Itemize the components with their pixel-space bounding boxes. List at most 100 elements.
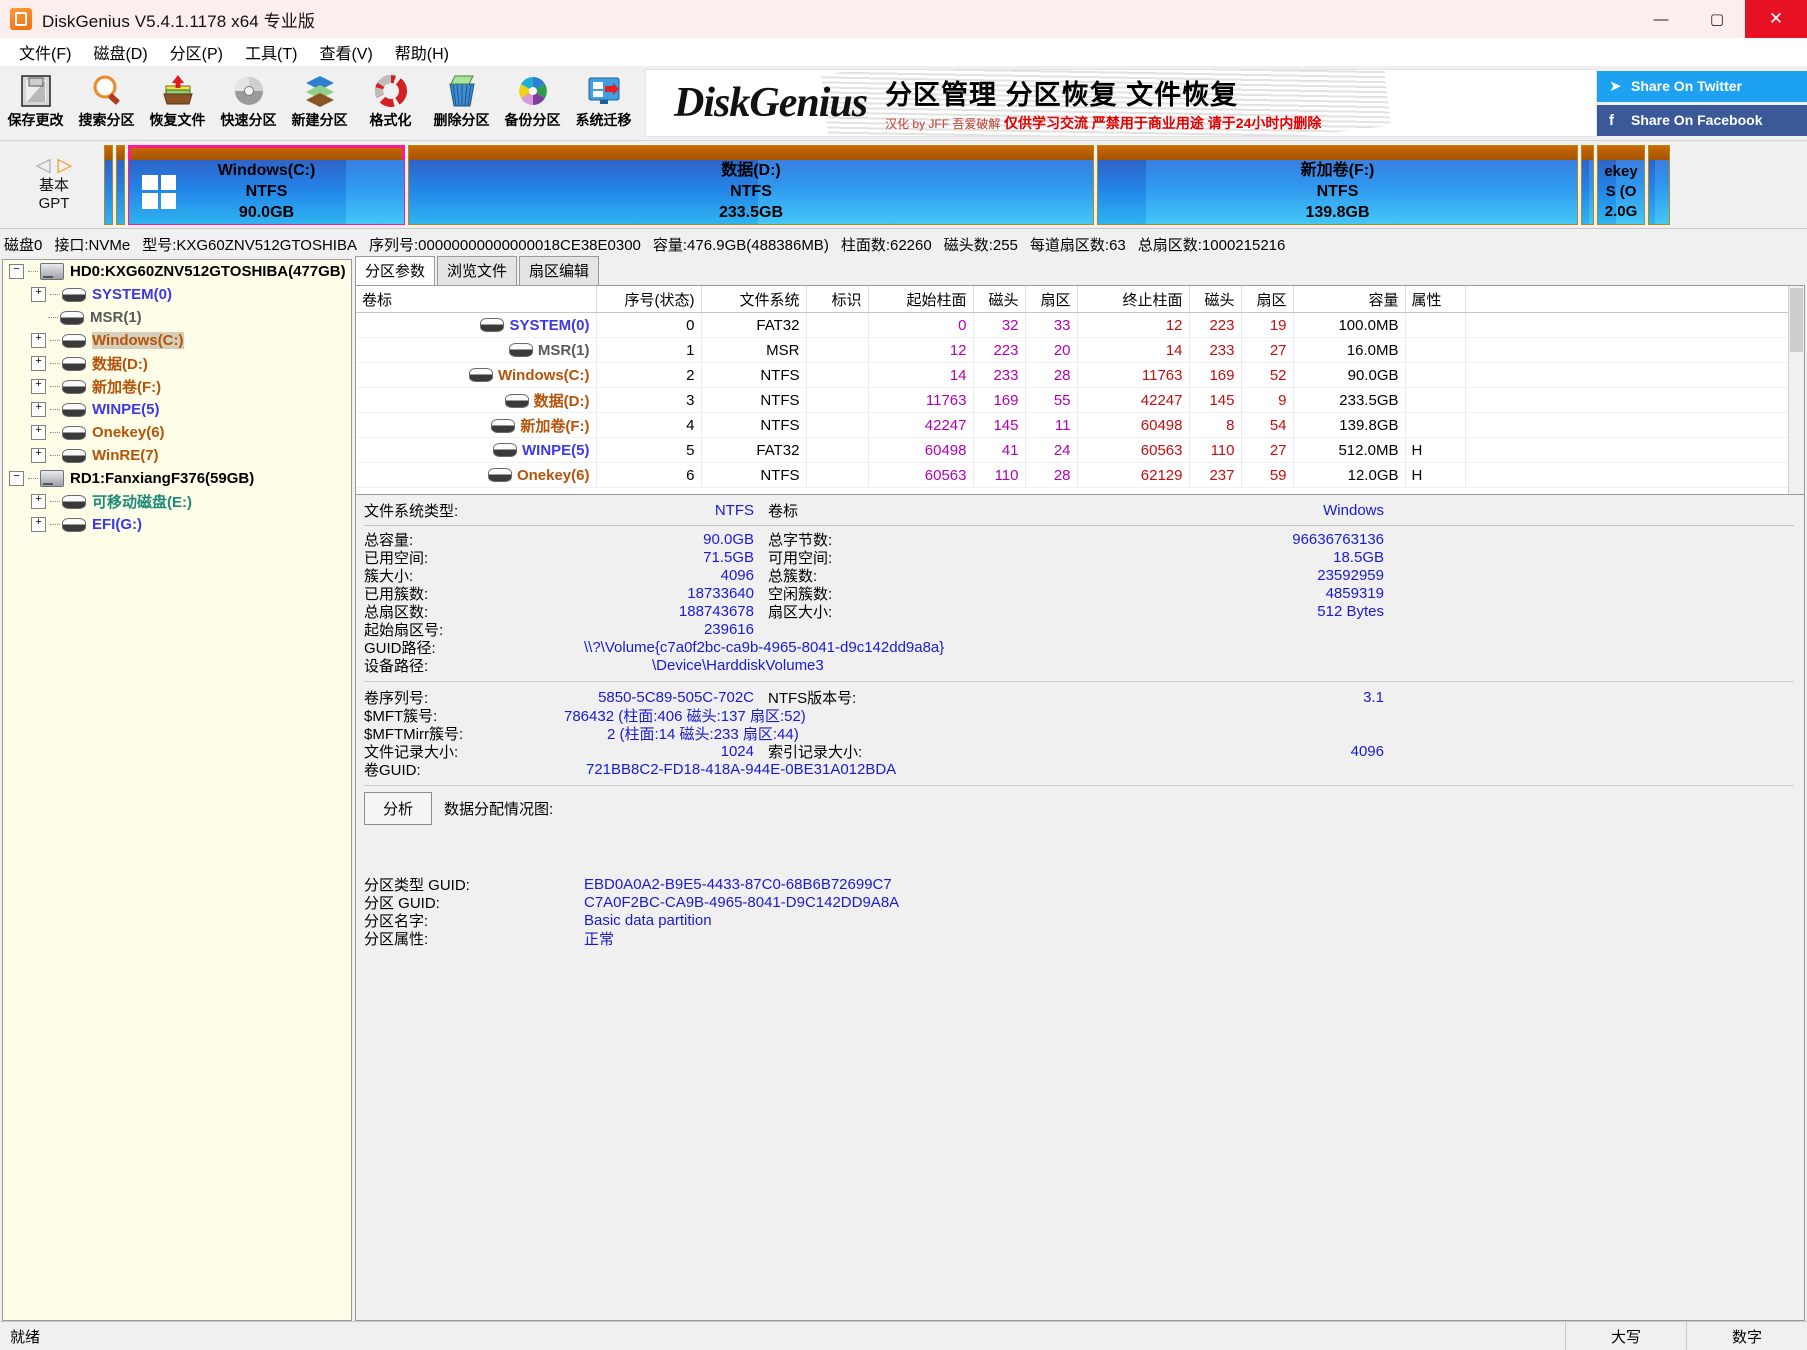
tab-partition-params[interactable]: 分区参数 — [355, 256, 436, 285]
tree-item-winre-7[interactable]: + WinRE(7) — [3, 444, 351, 467]
col-filesystem[interactable]: 文件系统 — [701, 286, 807, 313]
expander-icon[interactable]: + — [31, 379, 46, 394]
scrollbar-thumb[interactable] — [1790, 288, 1803, 352]
table-row[interactable]: 新加卷(F:) 4 NTFS 42247 145 11 60498 8 54 1… — [356, 412, 1804, 438]
toolbar-save-changes[interactable]: 保存更改 — [0, 66, 71, 140]
table-row[interactable]: SYSTEM(0) 0 FAT32 0 32 33 12 223 19 100.… — [356, 312, 1804, 338]
cell-volume-label: Windows(C:) — [497, 366, 590, 384]
menu-view[interactable]: 查看(V) — [308, 37, 383, 67]
prev-disk-arrow-icon[interactable]: ◁ — [36, 156, 51, 175]
share-on-facebook-button[interactable]: f Share On Facebook — [1597, 104, 1807, 136]
toolbar-search-partition[interactable]: 搜索分区 — [71, 66, 142, 140]
tree-item-onekey-6[interactable]: + Onekey(6) — [3, 421, 351, 444]
fsinfo-row-part-type-guid: 分区类型 GUID: EBD0A0A2-B9E5-4433-87C0-68B6B… — [364, 875, 1794, 894]
cell-attribute — [1405, 337, 1466, 363]
partition-block-msr[interactable] — [116, 144, 125, 225]
tree-item-system-0[interactable]: + SYSTEM(0) — [3, 283, 351, 306]
close-button[interactable]: ✕ — [1745, 0, 1807, 38]
expander-icon[interactable]: − — [9, 264, 24, 279]
tree-item-hd0[interactable]: − HD0:KXG60ZNV512GTOSHIBA(477GB) — [3, 260, 351, 283]
col-attribute[interactable]: 属性 — [1405, 286, 1466, 313]
spec-sectors-per-track: 每道扇区数:63 — [1029, 236, 1126, 254]
col-flag[interactable]: 标识 — [806, 286, 869, 313]
menu-file[interactable]: 文件(F) — [8, 37, 82, 67]
expander-icon[interactable]: + — [31, 402, 46, 417]
expander-icon[interactable]: + — [31, 356, 46, 371]
promo-banner: DiskGenius 分区管理 分区恢复 文件恢复 汉化 by JFF 吾爱破解… — [645, 69, 1597, 137]
col-start-cylinder[interactable]: 起始柱面 — [868, 286, 974, 313]
col-index-state[interactable]: 序号(状态) — [596, 286, 702, 313]
table-row[interactable]: Onekey(6) 6 NTFS 60563 110 28 62129 237 … — [356, 462, 1804, 488]
col-volume-label[interactable]: 卷标 — [356, 286, 597, 313]
fsinfo-row-device-path: 设备路径: \Device\HarddiskVolume3 — [364, 656, 1794, 675]
partition-block-winre[interactable] — [1648, 144, 1670, 225]
menu-disk[interactable]: 磁盘(D) — [82, 37, 158, 67]
tree-item-removable-e[interactable]: + 可移动磁盘(E:) — [3, 490, 351, 513]
cell-index: 5 — [596, 437, 702, 463]
table-row[interactable]: WINPE(5) 5 FAT32 60498 41 24 60563 110 2… — [356, 437, 1804, 463]
table-row[interactable]: MSR(1) 1 MSR 12 223 20 14 233 27 16.0MB — [356, 337, 1804, 363]
disk-tree-panel[interactable]: − HD0:KXG60ZNV512GTOSHIBA(477GB) + SYSTE… — [2, 259, 352, 1321]
partition-block-fs: NTFS — [245, 183, 288, 200]
maximize-button[interactable]: ▢ — [1689, 0, 1745, 38]
tree-item-newvol-f[interactable]: + 新加卷(F:) — [3, 375, 351, 398]
vol-guid-value: 721BB8C2-FD18-418A-944E-0BE31A012BDA — [586, 760, 897, 778]
tree-item-msr-1[interactable]: MSR(1) — [3, 306, 351, 329]
table-vertical-scrollbar[interactable] — [1788, 286, 1804, 494]
expander-icon[interactable]: + — [31, 333, 46, 348]
expander-icon[interactable]: + — [31, 287, 46, 302]
partition-block-windows-c[interactable]: Windows(C:) NTFS 90.0GB — [128, 144, 405, 225]
minimize-button[interactable]: — — [1633, 0, 1689, 38]
partition-block-winpe[interactable] — [1581, 144, 1594, 225]
toolbar-delete-partition[interactable]: 删除分区 — [426, 66, 497, 140]
tab-browse-files[interactable]: 浏览文件 — [437, 256, 518, 285]
toolbar-format[interactable]: 格式化 — [355, 66, 426, 140]
wordmark-rest: iskGenius — [703, 80, 868, 126]
next-disk-arrow-icon[interactable]: ▷ — [58, 156, 73, 175]
alloc-map-label: 数据分配情况图: — [444, 801, 554, 818]
expander-icon[interactable]: − — [9, 471, 24, 486]
toolbar-new-partition[interactable]: 新建分区 — [284, 66, 355, 140]
partition-icon — [493, 442, 517, 457]
partition-block-onekey[interactable]: ekey S (O 2.0G — [1597, 144, 1645, 225]
col-end-sector[interactable]: 扇区 — [1241, 286, 1294, 313]
partition-block-system[interactable] — [104, 144, 113, 225]
col-capacity[interactable]: 容量 — [1293, 286, 1406, 313]
cell-attribute — [1405, 412, 1466, 438]
expander-icon[interactable]: + — [31, 517, 46, 532]
tree-item-efi-g[interactable]: + EFI(G:) — [3, 513, 351, 536]
partition-cap — [117, 145, 124, 160]
table-row[interactable]: 数据(D:) 3 NTFS 11763 169 55 42247 145 9 2… — [356, 387, 1804, 413]
social-buttons: ➤ Share On Twitter f Share On Facebook — [1597, 66, 1807, 140]
cell-end-sector: 52 — [1241, 362, 1294, 388]
toolbar-recover-files[interactable]: 恢复文件 — [142, 66, 213, 140]
cell-capacity: 139.8GB — [1293, 412, 1406, 438]
expander-icon[interactable]: + — [31, 425, 46, 440]
toolbar-backup-partition[interactable]: 备份分区 — [497, 66, 568, 140]
partition-block-newvol-f[interactable]: 新加卷(F:) NTFS 139.8GB — [1097, 144, 1578, 225]
partition-block-data-d[interactable]: 数据(D:) NTFS 233.5GB — [408, 144, 1094, 225]
expander-icon[interactable]: + — [31, 494, 46, 509]
analyze-button[interactable]: 分析 — [364, 792, 433, 825]
menu-partition[interactable]: 分区(P) — [159, 37, 234, 67]
tree-item-windows-c[interactable]: + Windows(C:) — [3, 329, 351, 352]
tree-item-data-d[interactable]: + 数据(D:) — [3, 352, 351, 375]
menu-tools[interactable]: 工具(T) — [234, 37, 308, 67]
toolbar-quick-partition[interactable]: 快速分区 — [213, 66, 284, 140]
col-end-cylinder[interactable]: 终止柱面 — [1077, 286, 1190, 313]
col-start-sector[interactable]: 扇区 — [1025, 286, 1078, 313]
tab-sector-editor[interactable]: 扇区编辑 — [519, 256, 600, 285]
tree-item-rd1[interactable]: − RD1:FanxiangF376(59GB) — [3, 467, 351, 490]
title-bar: DiskGenius V5.4.1.1178 x64 专业版 — ▢ ✕ — [0, 0, 1807, 38]
tree-item-winpe-5[interactable]: + WINPE(5) — [3, 398, 351, 421]
menu-help[interactable]: 帮助(H) — [384, 37, 460, 67]
col-start-head[interactable]: 磁头 — [973, 286, 1026, 313]
partition-cap — [1098, 145, 1577, 160]
expander-icon[interactable]: + — [31, 448, 46, 463]
toolbar-system-migration[interactable]: 系统迁移 — [568, 66, 639, 140]
share-on-twitter-button[interactable]: ➤ Share On Twitter — [1597, 70, 1807, 102]
col-end-head[interactable]: 磁头 — [1189, 286, 1242, 313]
status-num-lock: 数字 — [1731, 1328, 1762, 1346]
table-row[interactable]: Windows(C:) 2 NTFS 14 233 28 11763 169 5… — [356, 362, 1804, 388]
guid-path-value: \\?\Volume{c7a0f2bc-ca9b-4965-8041-d9c14… — [584, 638, 945, 656]
